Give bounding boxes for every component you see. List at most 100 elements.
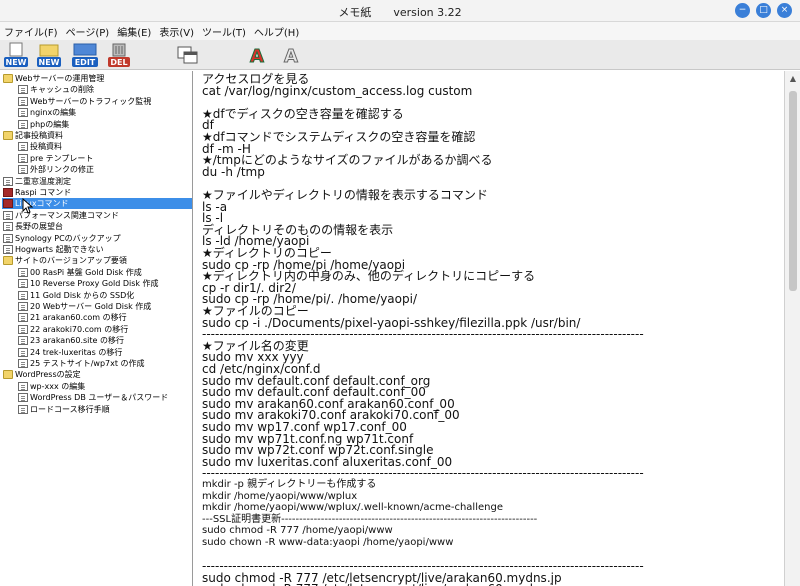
font-outline-button[interactable]: A [280, 42, 302, 68]
menu-tools[interactable]: ツール(T) [202, 24, 246, 39]
delete-icon: DEL [108, 43, 130, 67]
minimize-button[interactable]: − [735, 3, 750, 18]
page-icon [3, 210, 13, 220]
menu-page[interactable]: ページ(P) [66, 24, 110, 39]
tree-item[interactable]: 21 arakan60.com の移行 [18, 312, 129, 323]
tree-item[interactable]: 25 テストサイト/wp7xt の作成 [18, 358, 147, 369]
menu-view[interactable]: 表示(V) [159, 24, 194, 39]
tree-item-label: 11 Gold Disk からの SSD化 [30, 290, 135, 300]
menu-bar: ファイル(F) ページ(P) 編集(E) 表示(V) ツール(T) ヘルプ(H) [0, 22, 800, 40]
tree-item[interactable]: wp-xxx の編集 [18, 381, 87, 392]
tree-item-label: 長野の展望台 [15, 222, 63, 232]
tree-item-label: 20 Webサーバー Gold Disk 作成 [30, 302, 152, 311]
mouse-pointer-icon [22, 198, 34, 214]
page-icon [18, 324, 28, 334]
tree-item[interactable]: 22 arakoki70.com の移行 [18, 324, 130, 335]
tree-item[interactable]: Synology PCのバックアップ [3, 233, 123, 244]
editor-scrollbar[interactable]: ▲ [784, 71, 800, 586]
page-icon [18, 165, 28, 175]
tree-item[interactable]: 20 Webサーバー Gold Disk 作成 [18, 301, 153, 312]
new-folder-button[interactable]: NEW [36, 42, 62, 68]
tree-item-label: 二重窓温度測定 [15, 176, 71, 186]
tree-item[interactable]: キャッシュの削除 [18, 84, 96, 95]
scroll-up-icon[interactable]: ▲ [788, 74, 798, 84]
memo-editor[interactable]: アクセスログを見る cat /var/log/nginx/custom_acces… [196, 71, 784, 586]
tree-item[interactable]: Hogwarts 起動できない [3, 244, 106, 255]
editor-line: sudo chmod -R 777 /home/yaopi/www [202, 525, 393, 537]
editor-line: mkdir /home/yaopi/www/wplux/.well-known/… [202, 502, 503, 514]
tree-item[interactable]: WordPressの設定 [3, 369, 83, 380]
title-bar: メモ紙 version 3.22 − □ × [0, 0, 800, 22]
page-icon [18, 119, 28, 129]
tree-item[interactable]: 二重窓温度測定 [3, 176, 73, 187]
maximize-button[interactable]: □ [756, 3, 771, 18]
page-icon [18, 153, 28, 163]
page-icon [18, 85, 28, 95]
edit-label: EDIT [75, 58, 96, 67]
folder-icon [3, 256, 13, 266]
tree-item[interactable]: 長野の展望台 [3, 221, 65, 232]
new-page-button[interactable]: NEW [3, 42, 29, 68]
tree-item[interactable]: 11 Gold Disk からの SSD化 [18, 290, 136, 301]
tree-item[interactable]: phpの編集 [18, 119, 71, 130]
edit-button[interactable]: EDIT [71, 42, 99, 68]
editor-line: mkdir /home/yaopi/www/wplux [202, 490, 358, 502]
tree-item[interactable]: nginxの編集 [18, 107, 78, 118]
editor-line: ★dfでディスクの空き容量を確認する [202, 106, 404, 121]
page-icon [18, 142, 28, 152]
tree-item[interactable]: Webサーバーの運用管理 [3, 73, 106, 84]
page-icon [18, 381, 28, 391]
tree-item-label: Synology PCのバックアップ [15, 233, 121, 243]
tree-item-label: Hogwarts 起動できない [15, 245, 104, 254]
new-page-icon: NEW [4, 42, 28, 67]
delete-button[interactable]: DEL [107, 42, 131, 68]
tree-item[interactable]: 10 Reverse Proxy Gold Disk 作成 [18, 278, 161, 289]
tree-item[interactable]: サイトのバージョンアップ要領 [3, 255, 129, 266]
new-folder-icon: NEW [37, 44, 61, 67]
page-icon [3, 233, 13, 243]
tree-item[interactable]: 23 arakan60.site の移行 [18, 335, 126, 346]
folder-icon [3, 74, 13, 83]
tree-item[interactable]: 投稿資料 [18, 141, 64, 152]
tree-item[interactable]: 外部リンクの修正 [18, 164, 96, 175]
scroll-thumb[interactable] [789, 91, 797, 291]
tree-item[interactable]: 24 trek-luxeritas の移行 [18, 347, 124, 358]
tree-item[interactable]: パフォーマンス関連コマンド [3, 210, 121, 221]
new-label: NEW [6, 58, 27, 67]
tree-item-label: pre テンプレート [30, 153, 94, 163]
tree-item[interactable]: Webサーバーのトラフィック監視 [18, 96, 153, 107]
tree-item[interactable]: 00 RasPi 基盤 Gold Disk 作成 [18, 267, 144, 278]
font-color-button[interactable]: A [246, 42, 268, 68]
menu-help[interactable]: ヘルプ(H) [254, 24, 299, 39]
editor-line: cat /var/log/nginx/custom_access.log cus… [202, 83, 473, 98]
font-outline-icon: A [284, 46, 299, 68]
close-button[interactable]: × [777, 3, 792, 18]
tree-item[interactable]: pre テンプレート [18, 153, 95, 164]
tree-item-label: 24 trek-luxeritas の移行 [30, 347, 123, 357]
toolbar: NEW NEW EDIT DEL A A [0, 40, 800, 70]
tree-item-label: 21 arakan60.com の移行 [30, 313, 127, 323]
svg-text:A: A [284, 46, 298, 67]
page-icon [18, 279, 28, 289]
del-label: DEL [110, 58, 127, 67]
window-button[interactable] [176, 42, 200, 68]
page-icon [18, 359, 28, 368]
tree-item-label: 22 arakoki70.com の移行 [30, 324, 129, 334]
tree-item-label: WordPressの設定 [15, 370, 81, 380]
tree-item[interactable]: Raspi コマンド [3, 187, 73, 198]
page-icon [18, 267, 28, 277]
svg-text:A: A [250, 46, 264, 67]
tree-item-label: 10 Reverse Proxy Gold Disk 作成 [30, 279, 159, 289]
tree-item-label: 25 テストサイト/wp7xt の作成 [30, 359, 145, 368]
tree-item[interactable]: ロードコース移行手順 [18, 404, 112, 415]
menu-file[interactable]: ファイル(F) [4, 24, 58, 39]
tree-item[interactable]: 記事投稿資料 [3, 130, 65, 141]
page-icon [18, 302, 28, 311]
tree-item[interactable]: WordPress DB ユーザー＆パスワード [18, 392, 170, 403]
page-tree[interactable]: Webサーバーの運用管理 キャッシュの削除 Webサーバーのトラフィック監視 ngin… [0, 71, 193, 586]
page-icon [3, 176, 13, 186]
tree-item-label: 投稿資料 [30, 142, 62, 152]
edit-icon: EDIT [72, 43, 98, 67]
page-icon [3, 199, 13, 209]
menu-edit[interactable]: 編集(E) [117, 24, 151, 39]
